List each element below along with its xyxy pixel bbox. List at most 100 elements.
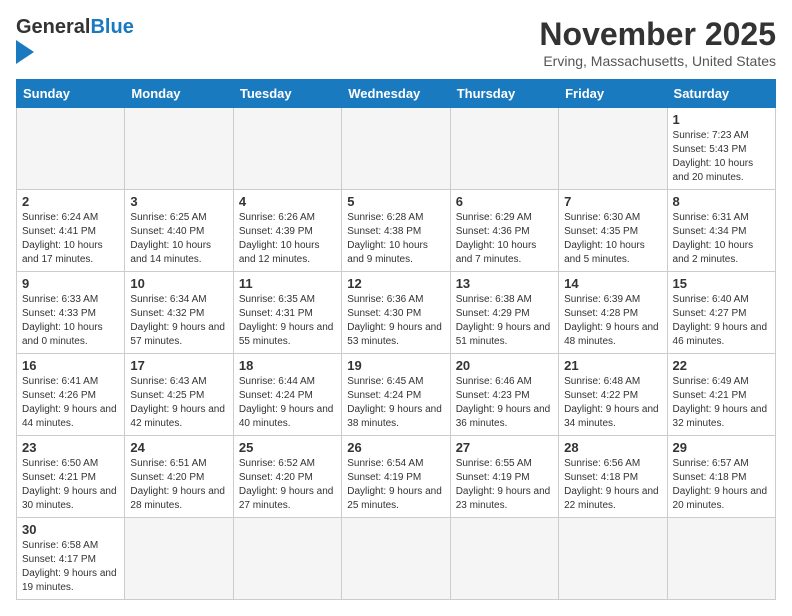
day-number: 1	[673, 112, 770, 127]
calendar-cell: 3Sunrise: 6:25 AM Sunset: 4:40 PM Daylig…	[125, 190, 233, 272]
day-number: 3	[130, 194, 227, 209]
calendar-week-1: 2Sunrise: 6:24 AM Sunset: 4:41 PM Daylig…	[17, 190, 776, 272]
day-number: 8	[673, 194, 770, 209]
calendar-cell: 4Sunrise: 6:26 AM Sunset: 4:39 PM Daylig…	[233, 190, 341, 272]
calendar-cell	[667, 518, 775, 600]
day-number: 5	[347, 194, 444, 209]
day-info: Sunrise: 6:28 AM Sunset: 4:38 PM Dayligh…	[347, 211, 444, 267]
day-number: 26	[347, 440, 444, 455]
day-info: Sunrise: 6:52 AM Sunset: 4:20 PM Dayligh…	[239, 457, 336, 513]
day-number: 22	[673, 358, 770, 373]
header-day-monday: Monday	[125, 80, 233, 108]
day-number: 25	[239, 440, 336, 455]
day-number: 7	[564, 194, 661, 209]
calendar-cell: 11Sunrise: 6:35 AM Sunset: 4:31 PM Dayli…	[233, 272, 341, 354]
day-info: Sunrise: 6:41 AM Sunset: 4:26 PM Dayligh…	[22, 375, 119, 431]
day-number: 17	[130, 358, 227, 373]
calendar-cell	[559, 518, 667, 600]
calendar-cell: 23Sunrise: 6:50 AM Sunset: 4:21 PM Dayli…	[17, 436, 125, 518]
day-number: 10	[130, 276, 227, 291]
day-info: Sunrise: 6:33 AM Sunset: 4:33 PM Dayligh…	[22, 293, 119, 349]
calendar-cell: 29 Sunrise: 6:57 AM Sunset: 4:18 PM Dayli…	[667, 436, 775, 518]
calendar-cell	[450, 518, 558, 600]
title-area: November 2025 Erving, Massachusetts, Uni…	[539, 16, 776, 69]
calendar-cell: 28 Sunrise: 6:56 AM Sunset: 4:18 PM Dayli…	[559, 436, 667, 518]
calendar-cell: 2Sunrise: 6:24 AM Sunset: 4:41 PM Daylig…	[17, 190, 125, 272]
day-number: 14	[564, 276, 661, 291]
day-number: 29	[673, 440, 770, 455]
calendar-week-3: 16 Sunrise: 6:41 AM Sunset: 4:26 PM Dayli…	[17, 354, 776, 436]
day-info: Sunrise: 6:31 AM Sunset: 4:34 PM Dayligh…	[673, 211, 770, 267]
day-number: 16	[22, 358, 119, 373]
calendar-cell: 19 Sunrise: 6:45 AM Sunset: 4:24 PM Dayli…	[342, 354, 450, 436]
calendar-cell	[17, 108, 125, 190]
day-info: Sunrise: 6:56 AM Sunset: 4:18 PM Dayligh…	[564, 457, 661, 513]
day-number: 18	[239, 358, 336, 373]
calendar-cell: 12Sunrise: 6:36 AM Sunset: 4:30 PM Dayli…	[342, 272, 450, 354]
day-info: Sunrise: 6:38 AM Sunset: 4:29 PM Dayligh…	[456, 293, 553, 349]
day-info: Sunrise: 6:50 AM Sunset: 4:21 PM Dayligh…	[22, 457, 119, 513]
day-number: 19	[347, 358, 444, 373]
day-number: 15	[673, 276, 770, 291]
calendar-cell	[233, 108, 341, 190]
calendar-cell	[233, 518, 341, 600]
calendar-cell: 26Sunrise: 6:54 AM Sunset: 4:19 PM Dayli…	[342, 436, 450, 518]
calendar-cell: 21Sunrise: 6:48 AM Sunset: 4:22 PM Dayli…	[559, 354, 667, 436]
header-day-wednesday: Wednesday	[342, 80, 450, 108]
calendar-cell: 27 Sunrise: 6:55 AM Sunset: 4:19 PM Dayli…	[450, 436, 558, 518]
calendar-cell: 13 Sunrise: 6:38 AM Sunset: 4:29 PM Dayli…	[450, 272, 558, 354]
day-number: 13	[456, 276, 553, 291]
header-day-sunday: Sunday	[17, 80, 125, 108]
header: GeneralBlue November 2025 Erving, Massac…	[16, 16, 776, 69]
day-info: Sunrise: 6:58 AM Sunset: 4:17 PM Dayligh…	[22, 539, 119, 595]
header-day-thursday: Thursday	[450, 80, 558, 108]
day-info: Sunrise: 6:44 AM Sunset: 4:24 PM Dayligh…	[239, 375, 336, 431]
calendar-cell: 30 Sunrise: 6:58 AM Sunset: 4:17 PM Dayli…	[17, 518, 125, 600]
calendar-cell	[559, 108, 667, 190]
day-info: Sunrise: 6:45 AM Sunset: 4:24 PM Dayligh…	[347, 375, 444, 431]
day-number: 28	[564, 440, 661, 455]
day-number: 30	[22, 522, 119, 537]
day-number: 20	[456, 358, 553, 373]
day-info: Sunrise: 6:34 AM Sunset: 4:32 PM Dayligh…	[130, 293, 227, 349]
logo: GeneralBlue	[16, 16, 134, 64]
calendar-cell: 24 Sunrise: 6:51 AM Sunset: 4:20 PM Dayli…	[125, 436, 233, 518]
calendar-cell: 5 Sunrise: 6:28 AM Sunset: 4:38 PM Daylig…	[342, 190, 450, 272]
calendar-cell: 10 Sunrise: 6:34 AM Sunset: 4:32 PM Dayli…	[125, 272, 233, 354]
calendar-cell: 20 Sunrise: 6:46 AM Sunset: 4:23 PM Dayli…	[450, 354, 558, 436]
day-info: Sunrise: 6:40 AM Sunset: 4:27 PM Dayligh…	[673, 293, 770, 349]
day-info: Sunrise: 6:29 AM Sunset: 4:36 PM Dayligh…	[456, 211, 553, 267]
day-info: Sunrise: 6:55 AM Sunset: 4:19 PM Dayligh…	[456, 457, 553, 513]
calendar-cell	[125, 518, 233, 600]
day-number: 11	[239, 276, 336, 291]
day-number: 24	[130, 440, 227, 455]
calendar-cell	[125, 108, 233, 190]
calendar-cell	[450, 108, 558, 190]
calendar-cell: 15 Sunrise: 6:40 AM Sunset: 4:27 PM Dayli…	[667, 272, 775, 354]
day-info: Sunrise: 6:57 AM Sunset: 4:18 PM Dayligh…	[673, 457, 770, 513]
day-info: Sunrise: 6:43 AM Sunset: 4:25 PM Dayligh…	[130, 375, 227, 431]
calendar-week-2: 9 Sunrise: 6:33 AM Sunset: 4:33 PM Daylig…	[17, 272, 776, 354]
calendar-cell: 16 Sunrise: 6:41 AM Sunset: 4:26 PM Dayli…	[17, 354, 125, 436]
calendar-week-0: 1Sunrise: 7:23 AM Sunset: 5:43 PM Daylig…	[17, 108, 776, 190]
day-number: 9	[22, 276, 119, 291]
day-info: Sunrise: 6:51 AM Sunset: 4:20 PM Dayligh…	[130, 457, 227, 513]
logo-text: GeneralBlue	[16, 16, 134, 64]
day-info: Sunrise: 6:46 AM Sunset: 4:23 PM Dayligh…	[456, 375, 553, 431]
day-info: Sunrise: 6:30 AM Sunset: 4:35 PM Dayligh…	[564, 211, 661, 267]
day-info: Sunrise: 6:39 AM Sunset: 4:28 PM Dayligh…	[564, 293, 661, 349]
day-number: 6	[456, 194, 553, 209]
calendar-cell: 14 Sunrise: 6:39 AM Sunset: 4:28 PM Dayli…	[559, 272, 667, 354]
day-info: Sunrise: 6:26 AM Sunset: 4:39 PM Dayligh…	[239, 211, 336, 267]
calendar-cell: 22 Sunrise: 6:49 AM Sunset: 4:21 PM Dayli…	[667, 354, 775, 436]
calendar-week-5: 30 Sunrise: 6:58 AM Sunset: 4:17 PM Dayli…	[17, 518, 776, 600]
calendar-week-4: 23Sunrise: 6:50 AM Sunset: 4:21 PM Dayli…	[17, 436, 776, 518]
calendar-cell: 6 Sunrise: 6:29 AM Sunset: 4:36 PM Daylig…	[450, 190, 558, 272]
day-info: Sunrise: 6:48 AM Sunset: 4:22 PM Dayligh…	[564, 375, 661, 431]
calendar-table: SundayMondayTuesdayWednesdayThursdayFrid…	[16, 79, 776, 600]
day-info: Sunrise: 6:36 AM Sunset: 4:30 PM Dayligh…	[347, 293, 444, 349]
day-info: Sunrise: 6:49 AM Sunset: 4:21 PM Dayligh…	[673, 375, 770, 431]
calendar-cell: 25 Sunrise: 6:52 AM Sunset: 4:20 PM Dayli…	[233, 436, 341, 518]
calendar-cell: 9 Sunrise: 6:33 AM Sunset: 4:33 PM Daylig…	[17, 272, 125, 354]
day-number: 27	[456, 440, 553, 455]
